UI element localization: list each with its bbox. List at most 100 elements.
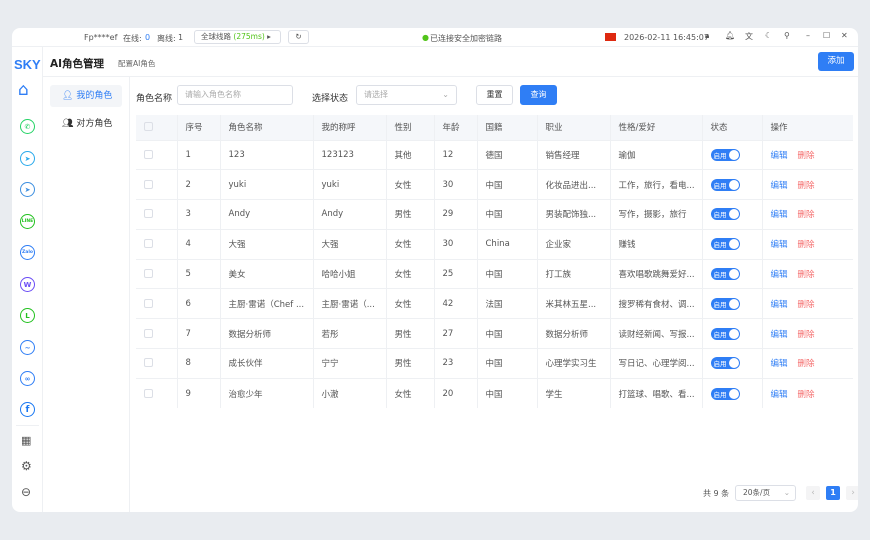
- cell-occupation: 销售经理: [537, 139, 611, 170]
- maximize-icon[interactable]: ☐: [823, 31, 830, 40]
- cell-occupation: 化妆品进出...: [537, 169, 611, 200]
- subnav-other-roles[interactable]: 👥︎ 对方角色: [50, 113, 122, 135]
- next-page-button[interactable]: ›: [846, 486, 858, 500]
- edit-link[interactable]: 编辑: [771, 151, 788, 161]
- edit-link[interactable]: 编辑: [771, 270, 788, 280]
- facebook-icon[interactable]: f: [20, 402, 35, 417]
- table-row: 6 主厨·雷诺（Chef ... 主厨·雷诺（... 女性 42 法国 米其林五星... 搜罗…: [136, 288, 853, 319]
- status-toggle[interactable]: 启用: [710, 208, 740, 221]
- logout-icon[interactable]: ⊖: [21, 485, 31, 499]
- delete-link[interactable]: 删除: [798, 270, 815, 280]
- status-toggle[interactable]: 启用: [710, 148, 740, 161]
- route-selector[interactable]: 全球线路 (275ms) ▸: [194, 30, 281, 44]
- row-select-cell[interactable]: [136, 228, 178, 260]
- status-toggle[interactable]: 启用: [710, 238, 740, 251]
- close-icon[interactable]: ✕: [841, 31, 848, 40]
- moon-icon[interactable]: ☾: [765, 31, 772, 40]
- delete-link[interactable]: 删除: [798, 330, 815, 340]
- bell-icon[interactable]: 🔔︎: [725, 31, 735, 40]
- messenger-icon[interactable]: ~: [20, 340, 35, 355]
- row-select-cell[interactable]: [136, 288, 178, 319]
- route-label: 全球线路: [201, 32, 231, 41]
- flag-cn-icon: [605, 33, 616, 41]
- edit-link[interactable]: 编辑: [771, 330, 788, 340]
- page-size-select[interactable]: 20条/页 ⌄: [735, 485, 796, 501]
- row-checkbox[interactable]: [144, 328, 153, 338]
- row-select-cell[interactable]: [136, 258, 178, 289]
- meta-icon[interactable]: ∞: [20, 371, 35, 386]
- status-cell: 启用: [702, 169, 763, 200]
- row-checkbox[interactable]: [144, 149, 153, 159]
- refresh-button[interactable]: ↻: [288, 30, 309, 44]
- zalo-icon[interactable]: Zalo: [20, 245, 35, 260]
- delete-link[interactable]: 删除: [798, 359, 815, 369]
- prev-page-button[interactable]: ‹: [806, 486, 820, 500]
- subnav-my-roles[interactable]: 👤︎ 我的角色: [50, 85, 122, 107]
- status-toggle[interactable]: 启用: [710, 387, 740, 400]
- line-icon[interactable]: LINE: [20, 214, 35, 229]
- w-app-icon[interactable]: W: [20, 277, 35, 292]
- edit-link[interactable]: 编辑: [771, 300, 788, 310]
- page-1-button[interactable]: 1: [826, 486, 840, 500]
- whatsapp-icon[interactable]: ✆: [20, 119, 35, 134]
- status-toggle[interactable]: 启用: [710, 327, 740, 340]
- cell-gender: 女性: [386, 228, 435, 260]
- home-icon[interactable]: ⌂: [18, 80, 29, 100]
- row-checkbox[interactable]: [144, 209, 153, 219]
- cell-occupation: 数据分析师: [537, 318, 611, 349]
- cell-my-title: 哈哈小姐: [313, 258, 387, 289]
- row-checkbox[interactable]: [144, 298, 153, 308]
- row-select-cell[interactable]: [136, 169, 178, 200]
- row-select-cell[interactable]: [136, 377, 178, 409]
- reset-button[interactable]: 重置: [476, 85, 513, 105]
- edit-link[interactable]: 编辑: [771, 359, 788, 369]
- status-toggle[interactable]: 启用: [710, 268, 740, 281]
- row-checkbox[interactable]: [144, 269, 153, 279]
- edit-link[interactable]: 编辑: [771, 181, 788, 191]
- lock-icon[interactable]: 🔒︎: [705, 31, 709, 41]
- delete-link[interactable]: 删除: [798, 210, 815, 220]
- delete-link[interactable]: 删除: [798, 300, 815, 310]
- select-all-cell[interactable]: [136, 115, 178, 140]
- edit-link[interactable]: 编辑: [771, 210, 788, 220]
- cell-occupation: 打工族: [537, 258, 611, 289]
- query-button[interactable]: 查询: [520, 85, 557, 105]
- delete-link[interactable]: 删除: [798, 240, 815, 250]
- pin-icon[interactable]: ⚲: [784, 31, 790, 40]
- delete-link[interactable]: 删除: [798, 390, 815, 400]
- telegram-icon[interactable]: ➤: [20, 151, 35, 166]
- cell-hobbies: 赚钱: [610, 228, 703, 260]
- minimize-icon[interactable]: –: [806, 31, 810, 40]
- edit-link[interactable]: 编辑: [771, 390, 788, 400]
- select-all-checkbox[interactable]: [144, 122, 153, 132]
- row-checkbox[interactable]: [144, 358, 153, 368]
- row-select-cell[interactable]: [136, 318, 178, 349]
- role-name-input[interactable]: 请输入角色名称: [177, 85, 293, 105]
- column-header: 角色名称: [220, 115, 314, 140]
- row-checkbox[interactable]: [144, 388, 153, 398]
- add-button[interactable]: 添加: [818, 52, 854, 71]
- delete-link[interactable]: 删除: [798, 181, 815, 191]
- status-cell: 启用: [702, 288, 763, 319]
- cell-age: 30: [434, 228, 478, 260]
- status-toggle[interactable]: 启用: [710, 297, 740, 310]
- row-select-cell[interactable]: [136, 199, 178, 230]
- apps-icon[interactable]: ▦: [21, 434, 31, 447]
- status-toggle[interactable]: 启用: [710, 178, 740, 191]
- line-lite-icon[interactable]: L: [20, 308, 35, 323]
- row-checkbox[interactable]: [144, 239, 153, 249]
- status-select[interactable]: 请选择 ⌄: [356, 85, 457, 105]
- edit-link[interactable]: 编辑: [771, 240, 788, 250]
- row-checkbox[interactable]: [144, 179, 153, 189]
- actions-cell: 编辑 删除: [762, 318, 853, 349]
- settings-icon[interactable]: ⚙: [21, 459, 32, 473]
- translate-icon[interactable]: 文: [745, 31, 753, 42]
- telegram-x-icon[interactable]: ➤: [20, 182, 35, 197]
- status-cell: 启用: [702, 377, 763, 409]
- page-subtitle: 配置AI角色: [118, 59, 156, 68]
- table-row: 8 成长伙伴 宁宁 男性 23 中国 心理学实习生 写日记、心理学阅... 启用 编辑 删除: [136, 348, 853, 379]
- row-select-cell[interactable]: [136, 139, 178, 170]
- row-select-cell[interactable]: [136, 348, 178, 379]
- delete-link[interactable]: 删除: [798, 151, 815, 161]
- status-toggle[interactable]: 启用: [710, 357, 740, 370]
